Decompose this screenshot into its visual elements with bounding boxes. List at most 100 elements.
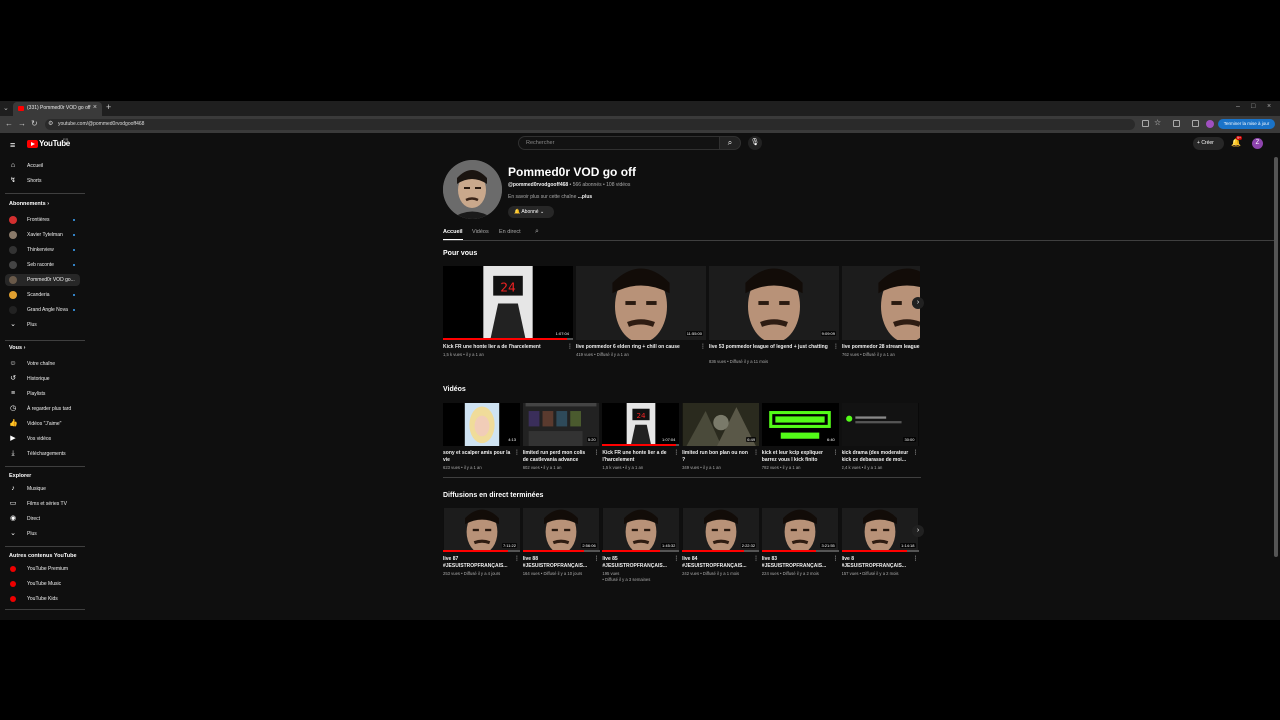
sidebar-item-subscription[interactable]: Scanderia <box>5 289 80 301</box>
video-card[interactable]: live pommedor 28 stream league⋮762 vues … <box>842 266 920 380</box>
sidebar-item-subscription[interactable]: Thinkerview <box>5 244 80 256</box>
video-card[interactable]: 1:45:32 live 85 #JESUISTROPFRANÇAIS... ⋮ 19… <box>602 508 680 592</box>
video-thumbnail[interactable]: 11:55:00 <box>576 266 706 340</box>
search-input[interactable]: Rechercher <box>518 136 720 150</box>
video-thumbnail[interactable]: 6:49 <box>682 403 760 446</box>
more-options-icon[interactable]: ⋮ <box>514 555 520 562</box>
video-card[interactable]: 3:21:55 live 83 #JESUISTROPFRANÇAIS... ⋮ 22… <box>761 508 839 592</box>
you-heading[interactable]: Vous › <box>9 345 25 351</box>
more-options-icon[interactable]: ⋮ <box>753 449 759 456</box>
video-thumbnail[interactable]: 7:11:22 <box>443 508 520 552</box>
more-options-icon[interactable]: ⋮ <box>594 449 600 456</box>
sidebar-item-shorts[interactable]: ↯ Shorts <box>5 175 80 187</box>
forward-icon[interactable]: → <box>18 119 26 128</box>
video-thumbnail[interactable] <box>842 266 920 340</box>
sidebar-item[interactable]: ◷ À regarder plus tard <box>5 403 80 415</box>
more-options-icon[interactable]: ⋮ <box>833 343 839 350</box>
video-title[interactable]: live 85 #JESUISTROPFRANÇAIS... <box>602 556 671 570</box>
sidebar-item-subscription[interactable]: Seb raconte <box>5 259 80 271</box>
maximize-icon[interactable]: □ <box>1251 103 1255 110</box>
video-title[interactable]: sony et scalper amis pour la vie <box>443 450 512 464</box>
video-title[interactable]: limited run perd mon colis de castlevani… <box>523 450 592 464</box>
video-thumbnail[interactable]: 24 1:07:04 <box>602 403 680 446</box>
sidebar-item[interactable]: ☺ Votre chaîne <box>5 358 80 370</box>
sidebar-item[interactable]: ▶ Vos vidéos <box>5 433 80 445</box>
window-close-icon[interactable]: × <box>1267 103 1271 110</box>
sidebar-item[interactable]: ≡ Playlists <box>5 388 80 400</box>
channel-more-link[interactable]: ...plus <box>578 194 592 200</box>
video-card[interactable]: 11:55:00 live pommedor 6 elden ring + chi… <box>576 266 706 380</box>
video-title[interactable]: live 83 #JESUISTROPFRANÇAIS... <box>762 556 831 570</box>
video-title[interactable]: limited run bon plan ou non ? <box>682 450 751 464</box>
more-options-icon[interactable]: ⋮ <box>673 555 679 562</box>
tab-home[interactable]: Accueil <box>443 229 463 235</box>
more-options-icon[interactable]: ⋮ <box>700 343 706 350</box>
menu-icon[interactable]: ≡ <box>10 140 15 150</box>
mic-icon[interactable]: 🎙 <box>748 136 762 150</box>
reload-icon[interactable]: ↻ <box>31 119 38 128</box>
minimize-icon[interactable]: – <box>1236 103 1240 110</box>
more-options-icon[interactable]: ⋮ <box>833 555 839 562</box>
sidebar-item-subscription[interactable]: Frontières <box>5 214 80 226</box>
video-thumbnail[interactable]: 9:09:09 <box>709 266 839 340</box>
video-card[interactable]: 5:20 limited run perd mon colis de castle… <box>522 403 600 486</box>
video-card[interactable]: 30:00 kick drama (des moderateur kick ce … <box>841 403 919 486</box>
sidebar-item[interactable]: ♪ Musique <box>5 483 80 495</box>
url-field[interactable]: ⚙ youtube.com/@pommed0rvodgooff468 <box>45 119 1135 130</box>
page-scrollbar[interactable] <box>1274 157 1278 557</box>
sidebar-item-subscription[interactable]: Xavier Tytelman <box>5 229 80 241</box>
video-thumbnail[interactable]: 5:20 <box>522 403 600 446</box>
video-thumbnail[interactable]: 1:14:18 <box>841 508 919 552</box>
carousel-next-icon[interactable]: › <box>912 525 924 537</box>
browser-tab[interactable]: (331) Pommed0r VOD go off × <box>13 102 102 116</box>
search-button[interactable]: ⌕ <box>719 136 741 150</box>
more-options-icon[interactable]: ⋮ <box>753 555 759 562</box>
sidebar-item[interactable]: YouTube Music <box>5 578 80 590</box>
sidebar-item[interactable]: ▭ Films et séries TV <box>5 498 80 510</box>
video-card[interactable]: 7:11:22 live 87 #JESUISTROPFRANÇAIS... ⋮ 25… <box>443 508 520 592</box>
channel-search-icon[interactable]: ⌕ <box>535 228 539 236</box>
sidebar-item[interactable]: ↺ Historique <box>5 373 80 385</box>
video-card[interactable]: 1:14:18 live 8 #JESUISTROPFRANÇAIS... ⋮ 157… <box>841 508 919 592</box>
video-card[interactable]: 24 1:07:04 Kick FR une honte lier a de l'h… <box>602 403 680 486</box>
video-thumbnail[interactable]: 2:56:06 <box>522 508 600 552</box>
sidebar-item-subscription[interactable]: ⌄ Plus <box>5 319 80 331</box>
more-options-icon[interactable]: ⋮ <box>913 555 919 562</box>
video-card[interactable]: 4:13 sony et scalper amis pour la vie ⋮ 623… <box>443 403 520 486</box>
more-options-icon[interactable]: ⋮ <box>567 343 573 350</box>
carousel-next-icon[interactable]: › <box>912 297 924 309</box>
video-thumbnail[interactable]: 3:21:55 <box>761 508 839 552</box>
video-title[interactable]: Kick FR une honte lier a de l'harcelemen… <box>443 344 565 351</box>
video-thumbnail[interactable]: 24 1:07:04 <box>443 266 573 340</box>
update-button[interactable]: Terminer la mise à jour <box>1218 119 1275 129</box>
tab-videos[interactable]: Vidéos <box>472 229 489 235</box>
video-card[interactable]: 9:09:09 live 53 pommedor league of legend… <box>709 266 839 380</box>
sidebar-item[interactable]: ⌄ Plus <box>5 528 80 540</box>
bookmark-star-icon[interactable]: ☆ <box>1154 118 1161 127</box>
site-info-icon[interactable]: ⚙ <box>48 120 53 127</box>
more-options-icon[interactable]: ⋮ <box>833 449 839 456</box>
create-button[interactable]: + Créer <box>1193 137 1224 150</box>
sidebar-item-subscription[interactable]: Pommed0r VOD go... <box>5 274 80 286</box>
sidepanel-icon[interactable] <box>1192 120 1199 127</box>
extensions-icon[interactable] <box>1173 120 1180 127</box>
cast-icon[interactable] <box>1142 120 1149 127</box>
sidebar-item-subscription[interactable]: Grand Angle Nova <box>5 304 80 316</box>
more-options-icon[interactable]: ⋮ <box>514 449 520 456</box>
video-thumbnail[interactable]: 4:13 <box>443 403 520 446</box>
channel-avatar[interactable] <box>443 160 502 219</box>
back-icon[interactable]: ← <box>5 119 13 128</box>
video-title[interactable]: kick et leur kcip expliquer barrez vous … <box>762 450 831 464</box>
video-title[interactable]: kick drama (des moderateur kick ce debar… <box>842 450 911 464</box>
sidebar-item[interactable]: YouTube Premium <box>5 563 80 575</box>
sidebar-item[interactable]: 👍 Vidéos "J'aime" <box>5 418 80 430</box>
video-title[interactable]: live pommedor 6 elden ring + chill on ca… <box>576 344 698 351</box>
video-card[interactable]: 2:56:06 live 88 #JESUISTROPFRANÇAIS... ⋮ 16… <box>522 508 600 592</box>
video-title[interactable]: live 87 #JESUISTROPFRANÇAIS... <box>443 556 512 570</box>
sidebar-item[interactable]: ⤓ Téléchargements <box>5 448 80 460</box>
sidebar-item-home[interactable]: ⌂ Accueil <box>5 160 80 172</box>
video-card[interactable]: 6:49 limited run bon plan ou non ? ⋮ 349 vu… <box>682 403 760 486</box>
tab-live[interactable]: En direct <box>499 229 521 235</box>
channel-description[interactable]: En savoir plus sur cette chaîne ...plus <box>508 194 592 200</box>
video-thumbnail[interactable]: 1:45:32 <box>602 508 680 552</box>
